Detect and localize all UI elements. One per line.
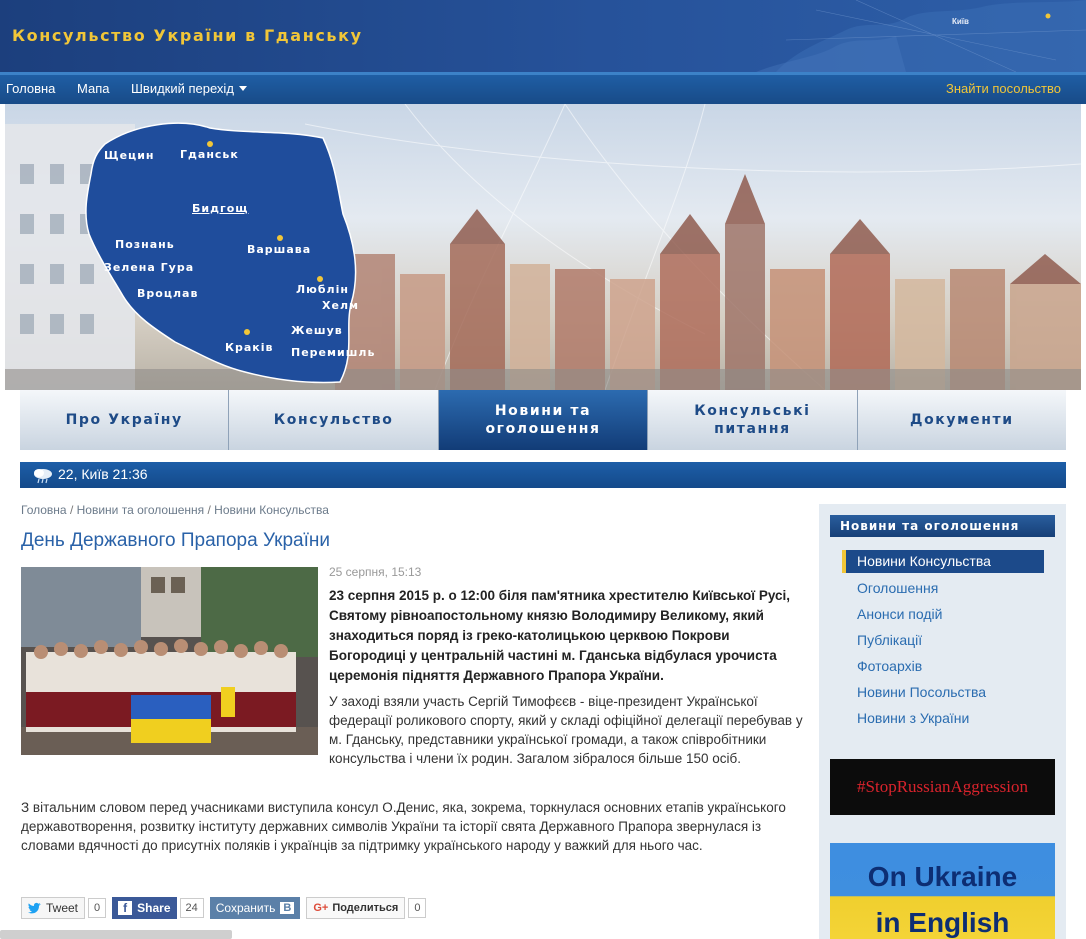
share-row: Tweet 0 f Share 24 Сохранить B G+ Подели… (21, 897, 432, 919)
tab-documents[interactable]: Документи (857, 390, 1067, 450)
map-city-bydgoszcz[interactable]: Бидгощ (192, 202, 248, 215)
vk-save-button[interactable]: Сохранить B (209, 897, 301, 919)
google-plus-count: 0 (408, 898, 427, 918)
stop-aggression-text: #StopRussianAggression (857, 777, 1028, 796)
horizontal-scrollbar[interactable] (0, 930, 232, 939)
sidebar-item-photo-archive[interactable]: Фотоархів (842, 654, 1044, 680)
article-date: 25 серпня, 15:13 (329, 565, 422, 579)
stop-russian-aggression-banner[interactable]: #StopRussianAggression (830, 759, 1055, 815)
breadcrumb-home[interactable]: Головна (21, 503, 67, 517)
sidebar-item-ukraine-news[interactable]: Новини з України (842, 706, 1044, 732)
google-plus-label: Поделиться (332, 902, 399, 914)
on-ukraine-text: On Ukraine (867, 861, 1018, 892)
sidebar-item-embassy-news[interactable]: Новини Посольства (842, 680, 1044, 706)
site-title[interactable]: Консульство України в Гданську (12, 26, 363, 45)
facebook-share-button[interactable]: f Share (112, 897, 177, 919)
site-header: Консульство України в Гданську Київ (0, 0, 1086, 72)
vk-save-label: Сохранить (215, 901, 276, 915)
sidebar-item-consulate-news[interactable]: Новини Консульства (842, 550, 1044, 573)
page-title: День Державного Прапора України (21, 530, 331, 551)
on-ukraine-in-english-banner[interactable]: On Ukraine in English (830, 843, 1055, 939)
map-city-przemysl: Перемишль (291, 346, 376, 359)
weather-bar: 22, Київ 21:36 (20, 462, 1066, 488)
topnav-quick-jump-label: Швидкий перехід (131, 81, 234, 96)
tab-consular-label-1: Консульські (694, 403, 811, 419)
tab-documents-label: Документи (910, 412, 1014, 428)
europe-map-graphic (756, 0, 1086, 72)
map-city-warsaw: Варшава (247, 243, 312, 256)
article-paragraph-2: З вітальним словом перед учасниками вист… (21, 800, 786, 853)
tab-news-label-1: Новини та (494, 403, 592, 419)
breadcrumb-sep: / (207, 503, 211, 517)
map-kyiv-label: Київ (952, 17, 969, 26)
tweet-label: Tweet (46, 901, 79, 915)
map-city-rzeszow: Жешув (291, 324, 343, 337)
twitter-bird-icon (28, 902, 41, 914)
tab-about-ukraine-label: Про Україну (65, 412, 183, 428)
main-nav: Про Україну Консульство Новини та оголоше… (20, 390, 1067, 450)
sidebar-item-publications[interactable]: Публікації (842, 628, 1044, 654)
map-city-gdansk: Гданськ (180, 148, 239, 161)
caret-down-icon (238, 86, 247, 91)
breadcrumb-section[interactable]: Новини та оголошення (77, 503, 205, 517)
breadcrumb: Головна / Новини та оголошення / Новини … (21, 503, 329, 517)
map-city-chelm: Хелм (322, 299, 359, 312)
map-city-zielona-gora: Зелена Гура (104, 261, 195, 274)
top-nav: Головна Мапа Швидкий перехід Знайти посо… (0, 72, 1086, 104)
facebook-share-label: Share (137, 901, 171, 915)
facebook-icon: f (118, 901, 133, 915)
google-plus-icon: G+ (313, 902, 329, 914)
article-paragraph-1: У заході взяли участь Сергій Тимофєєв - … (329, 694, 803, 766)
map-city-wroclaw: Вроцлав (137, 287, 199, 300)
tab-about-ukraine[interactable]: Про Україну (20, 390, 230, 450)
tab-news-label-2: оголошення (485, 421, 601, 437)
vk-logo-icon: B (280, 902, 295, 914)
map-city-szczecin: Щецин (104, 149, 155, 162)
map-city-poznan: Познань (115, 238, 175, 251)
group-photo-illustration (21, 567, 318, 755)
topnav-quick-jump[interactable]: Швидкий перехід (131, 81, 247, 96)
hero-banner: Щецин Гданськ Бидгощ Познань Варшава Зел… (5, 104, 1081, 390)
tab-consular-label-2: питання (714, 421, 791, 437)
sidebar: Новини та оголошення Новини Консульства … (819, 504, 1066, 939)
map-city-krakow: Краків (225, 341, 274, 354)
sidebar-menu: Новини Консульства Оголошення Анонси под… (842, 550, 1044, 732)
sidebar-heading: Новини та оголошення (830, 515, 1055, 537)
find-embassy-link[interactable]: Знайти посольство (946, 81, 1061, 96)
article-photo[interactable] (21, 567, 318, 755)
tab-consular-issues[interactable]: Консульські питання (648, 390, 858, 450)
weather-text: 22, Київ 21:36 (58, 466, 148, 482)
rain-cloud-icon (34, 469, 52, 484)
sidebar-item-announcements[interactable]: Оголошення (842, 576, 1044, 602)
in-english-text: in English (875, 907, 1010, 938)
breadcrumb-current[interactable]: Новини Консульства (214, 503, 329, 517)
map-city-lublin: Люблін (296, 283, 349, 296)
tab-news[interactable]: Новини та оголошення (438, 390, 649, 450)
tweet-count: 0 (88, 898, 107, 918)
tab-consulate[interactable]: Консульство (229, 390, 439, 450)
article-lead: 23 серпня 2015 р. о 12:00 біля пам'ятник… (329, 588, 791, 683)
topnav-map[interactable]: Мапа (77, 81, 109, 96)
tab-consulate-label: Консульство (273, 412, 394, 428)
sidebar-item-event-previews[interactable]: Анонси подій (842, 602, 1044, 628)
breadcrumb-sep: / (69, 503, 74, 517)
tweet-button[interactable]: Tweet (21, 897, 86, 919)
facebook-count: 24 (179, 898, 204, 918)
google-plus-share-button[interactable]: G+ Поделиться (306, 897, 406, 919)
topnav-home[interactable]: Головна (6, 81, 55, 96)
